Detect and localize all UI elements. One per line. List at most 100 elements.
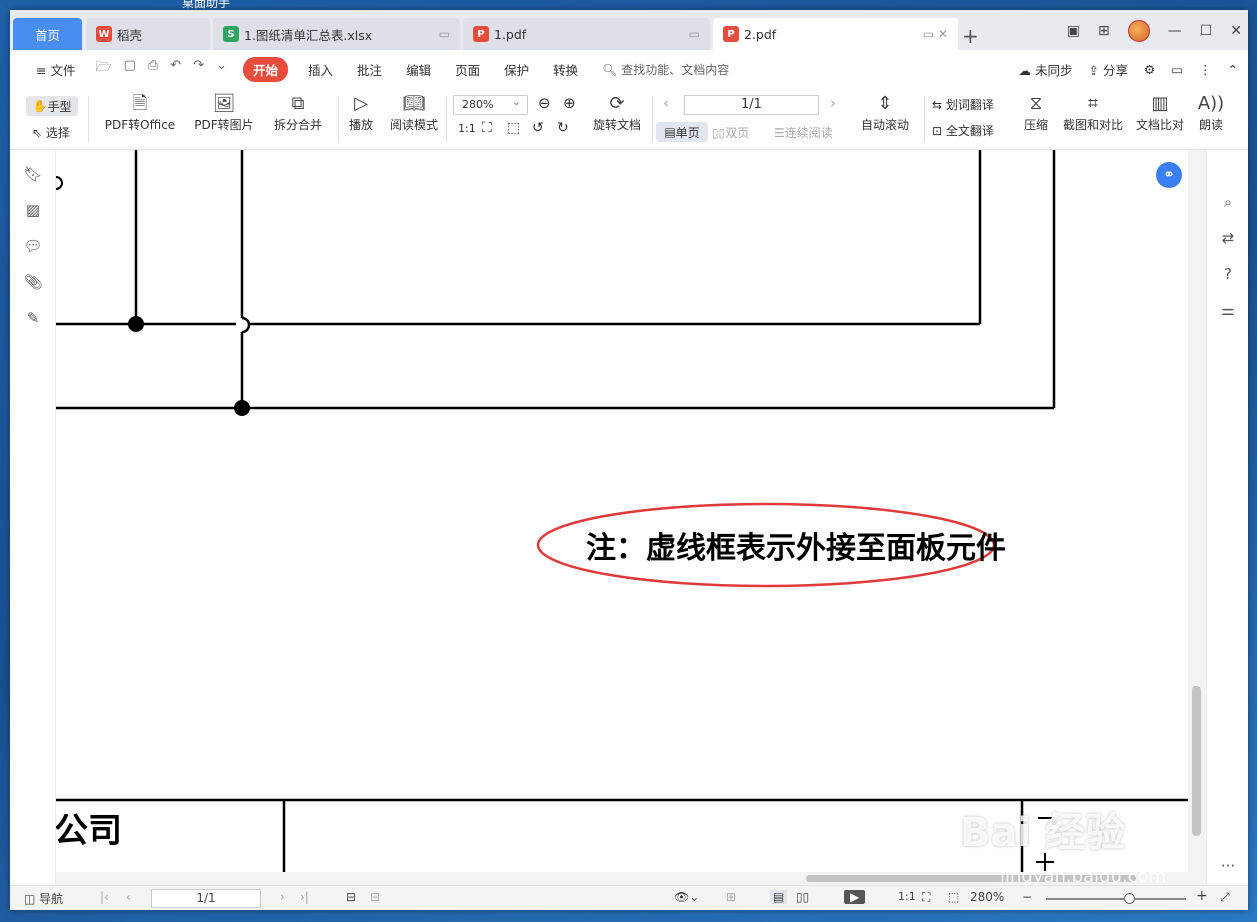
grid-icon[interactable]: ⊞ xyxy=(1098,23,1110,39)
share-button[interactable]: ⇪ 分享 xyxy=(1089,60,1128,79)
hand-tool[interactable]: ✋ 手型 xyxy=(26,96,78,116)
close-window-icon[interactable]: ✕ xyxy=(1230,23,1242,39)
forward-icon[interactable]: ⊟ xyxy=(370,890,380,904)
menu-annotate[interactable]: 批注 xyxy=(345,60,394,79)
tab-pdf-1[interactable]: P 1.pdf ▭ xyxy=(463,18,710,50)
rotate-doc-button[interactable]: ⟳ 旋转文档 xyxy=(590,92,644,133)
more-icon[interactable]: ··· xyxy=(1207,848,1248,884)
zoom-in-icon[interactable]: ⊕ xyxy=(563,94,576,112)
zoom-select[interactable]: 280% xyxy=(453,93,528,115)
fullscreen-icon[interactable]: ⤢ xyxy=(1220,890,1230,905)
zoom-slider[interactable] xyxy=(1046,898,1186,900)
double-page-button[interactable]: ▯▯双页 xyxy=(712,124,749,141)
zoom-out-icon[interactable]: ⊖ xyxy=(538,94,551,112)
attachment-icon[interactable]: 📎︎ xyxy=(10,264,56,300)
save-icon[interactable]: ▢ xyxy=(124,58,136,80)
new-tab-button[interactable]: + xyxy=(962,24,979,48)
fit-width-icon[interactable]: ⬚ xyxy=(507,120,520,136)
last-page-icon[interactable]: ›| xyxy=(300,890,309,904)
zoom-slider-knob[interactable] xyxy=(1124,893,1135,904)
zoom-level[interactable]: 280% xyxy=(970,890,1004,904)
rotate-right-icon[interactable]: ↻ xyxy=(557,120,569,136)
word-translate-button[interactable]: ⇆ 划词翻译 xyxy=(932,96,994,113)
vertical-scroll-thumb[interactable] xyxy=(1192,686,1201,836)
single-page-button[interactable]: ▤ 单页 xyxy=(656,122,708,142)
read-mode-button[interactable]: 📖︎ 阅读模式 xyxy=(386,92,442,133)
layout-icon[interactable]: ▣ xyxy=(1067,23,1080,39)
settings-icon[interactable]: ⚙ xyxy=(1144,62,1155,77)
sync-button[interactable]: ☁ 未同步 xyxy=(1019,60,1073,79)
tab-xlsx[interactable]: S 1.图纸清单汇总表.xlsx ▭ xyxy=(213,18,460,50)
first-page-icon[interactable]: |‹ xyxy=(100,890,109,904)
link-float-button[interactable]: ⚭ xyxy=(1156,162,1182,188)
menu-edit[interactable]: 编辑 xyxy=(394,60,443,79)
actual-size-icon[interactable]: 1:1 xyxy=(898,890,916,903)
open-icon[interactable]: 🗁 xyxy=(95,58,111,80)
print-icon[interactable]: ⎙ xyxy=(148,58,158,80)
prev-page-icon[interactable]: ‹ xyxy=(126,890,131,904)
screenshot-compare-button[interactable]: ⌗ 截图和对比 xyxy=(1060,92,1126,133)
tab-pdf-2[interactable]: P 2.pdf ▭ ✕ xyxy=(713,18,958,50)
double-page-view-icon[interactable]: ▯▯ xyxy=(796,890,809,904)
search-doc-icon[interactable]: ⌕ xyxy=(1207,184,1248,220)
monitor-icon[interactable]: ▭ xyxy=(439,27,450,41)
next-page-icon[interactable]: › xyxy=(830,94,836,112)
single-page-view-icon[interactable]: ▤ xyxy=(770,890,788,904)
doc-compare-button[interactable]: ▥ 文档比对 xyxy=(1134,92,1186,133)
more-icon[interactable]: ⌄ xyxy=(216,58,227,80)
menu-protect[interactable]: 保护 xyxy=(492,60,541,79)
pdf-to-image-button[interactable]: 🖼︎ PDF转图片 xyxy=(192,92,256,133)
back-icon[interactable]: ⊟ xyxy=(346,890,356,904)
menu-convert[interactable]: 转换 xyxy=(541,60,590,79)
prev-page-icon[interactable]: ‹ xyxy=(663,94,669,112)
avatar[interactable] xyxy=(1127,20,1150,42)
menu-start[interactable]: 开始 xyxy=(243,56,289,82)
tab-docer[interactable]: W 稻壳 xyxy=(86,18,210,50)
redo-icon[interactable]: ↷ xyxy=(193,58,204,80)
actual-size-icon[interactable]: 1:1 xyxy=(458,122,476,135)
comment-icon[interactable]: ▭ xyxy=(1171,62,1183,77)
pdf-to-office-button[interactable]: 🗎 PDF转Office xyxy=(100,92,180,133)
page-input[interactable]: 1/1 xyxy=(684,95,819,115)
compress-button[interactable]: ⧖ 压缩 xyxy=(1018,92,1054,133)
translate-icon[interactable]: ⇄ xyxy=(1207,220,1248,256)
menu-page[interactable]: 页面 xyxy=(443,60,492,79)
minimize-icon[interactable]: — xyxy=(1168,23,1182,39)
help-icon[interactable]: ? xyxy=(1207,256,1248,292)
fit-page-icon[interactable]: ⛶ xyxy=(922,890,930,905)
search-box[interactable]: 🔍︎ 查找功能、文档内容 xyxy=(602,61,729,78)
thumbnail-icon[interactable]: ▨ xyxy=(10,192,56,228)
nav-button[interactable]: ◫ 导航 xyxy=(24,890,63,907)
play-status-icon[interactable]: ▶ xyxy=(844,890,866,904)
comment-panel-icon[interactable]: 💬︎ xyxy=(10,228,56,264)
continuous-button[interactable]: ☰连续阅读 xyxy=(774,124,833,141)
fit-width-icon[interactable]: ⬚ xyxy=(948,890,959,904)
signature-icon[interactable]: ✎ xyxy=(10,300,56,336)
maximize-icon[interactable]: ☐ xyxy=(1200,23,1213,39)
select-tool[interactable]: ⇖ 选择 xyxy=(32,124,70,141)
rotate-left-icon[interactable]: ↺ xyxy=(532,120,544,136)
status-page-input[interactable]: 1/1 xyxy=(151,889,261,908)
next-page-icon[interactable]: › xyxy=(280,890,285,904)
auto-scroll-button[interactable]: ⇕ 自动滚动 xyxy=(855,92,915,133)
bookmark-icon[interactable]: 🔖︎ xyxy=(10,156,56,192)
undo-icon[interactable]: ↶ xyxy=(170,58,181,80)
document-canvas[interactable]: 注：虚线框表示外接至面板元件 公司 xyxy=(56,150,1188,872)
split-merge-button[interactable]: ⧉ 拆分合并 xyxy=(266,92,330,133)
tab-home[interactable]: 首页 xyxy=(13,18,82,50)
close-icon[interactable]: ▭ ✕ xyxy=(923,27,948,41)
fit-page-icon[interactable]: ⛶ xyxy=(482,120,492,136)
menu-insert[interactable]: 插入 xyxy=(296,60,345,79)
play-button[interactable]: ▷ 播放 xyxy=(344,92,378,133)
file-menu[interactable]: ≡ 文件 xyxy=(24,60,87,79)
full-translate-button[interactable]: ⊡ 全文翻译 xyxy=(932,122,994,139)
split-view-icon[interactable]: ⊞ xyxy=(726,890,736,904)
settings-slider-icon[interactable]: ⚌ xyxy=(1207,292,1248,328)
vertical-scrollbar[interactable] xyxy=(1188,150,1206,885)
collapse-icon[interactable]: ⌃ xyxy=(1228,62,1238,77)
more-menu-icon[interactable]: ⋮ xyxy=(1199,62,1212,77)
eye-icon[interactable]: 👁︎⌄ xyxy=(674,890,699,904)
monitor-icon[interactable]: ▭ xyxy=(689,27,700,41)
zoom-out-icon[interactable]: − xyxy=(1022,890,1032,904)
zoom-in-icon[interactable]: + xyxy=(1196,888,1208,904)
